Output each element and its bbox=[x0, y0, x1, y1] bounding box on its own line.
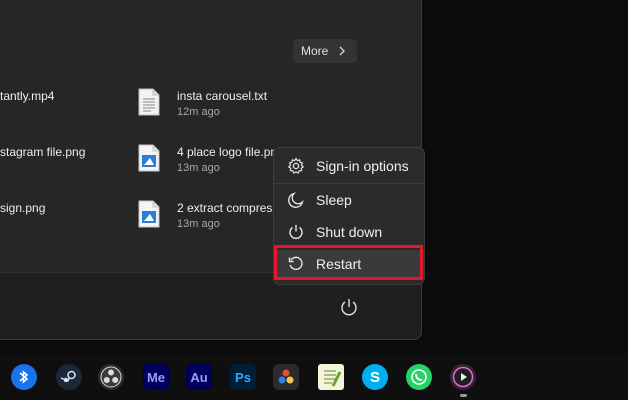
menu-item-sign-in-options[interactable]: Sign-in options bbox=[274, 152, 424, 180]
text-file-icon bbox=[138, 88, 160, 116]
steam-icon[interactable] bbox=[56, 364, 82, 390]
power-icon bbox=[289, 224, 303, 239]
menu-item-label: Shut down bbox=[316, 224, 383, 240]
media-player-icon[interactable] bbox=[450, 364, 476, 390]
obs-icon[interactable] bbox=[98, 364, 124, 390]
image-file-icon bbox=[138, 144, 160, 172]
recent-file-1[interactable]: insta carousel.txt 12m ago bbox=[177, 89, 267, 118]
notepad-glyph-icon bbox=[324, 370, 342, 387]
gear-icon bbox=[287, 157, 305, 174]
play-icon bbox=[452, 366, 474, 388]
recent-file-left-2[interactable]: stagram file.png bbox=[0, 145, 85, 159]
file-name: 4 place logo file.png bbox=[177, 145, 274, 159]
image-file-icon bbox=[138, 200, 160, 228]
app-icon-text: S bbox=[369, 368, 380, 386]
more-button-label: More bbox=[301, 44, 329, 58]
file-time: 13m ago bbox=[177, 218, 220, 230]
file-name: 2 extract compressed bbox=[177, 201, 274, 215]
skype-icon[interactable]: S bbox=[362, 364, 388, 390]
menu-item-shut-down[interactable]: Shut down bbox=[274, 218, 424, 246]
phone-icon bbox=[411, 369, 427, 385]
recent-files-clip: 4 place logo file.png 13m ago 2 extract … bbox=[170, 140, 274, 240]
bluetooth-app-icon[interactable] bbox=[11, 364, 37, 390]
menu-item-label: Sign-in options bbox=[316, 158, 409, 174]
media-encoder-icon[interactable]: Me bbox=[143, 364, 169, 390]
active-app-indicator bbox=[460, 394, 467, 397]
menu-item-sleep[interactable]: Sleep bbox=[274, 186, 424, 214]
moon-icon bbox=[288, 192, 304, 208]
audition-icon[interactable]: Au bbox=[186, 364, 212, 390]
bluetooth-glyph-icon bbox=[19, 370, 29, 384]
chevron-right-icon bbox=[339, 46, 345, 56]
photoshop-icon[interactable]: Ps bbox=[230, 364, 256, 390]
davinci-resolve-icon[interactable] bbox=[273, 364, 299, 390]
app-icon-text: Me bbox=[146, 369, 166, 385]
recent-file-2[interactable]: 4 place logo file.png 13m ago bbox=[177, 145, 274, 174]
menu-separator bbox=[274, 183, 424, 184]
more-button[interactable]: More bbox=[293, 39, 357, 63]
file-time: 13m ago bbox=[177, 162, 220, 174]
file-time: 12m ago bbox=[177, 106, 220, 118]
recent-file-3[interactable]: 2 extract compressed 13m ago bbox=[177, 201, 274, 230]
recent-file-left-1[interactable]: tantly.mp4 bbox=[0, 89, 54, 103]
davinci-glyph-icon bbox=[278, 369, 294, 384]
menu-item-label: Sleep bbox=[316, 192, 352, 208]
steam-glyph-icon bbox=[60, 370, 76, 383]
file-name: insta carousel.txt bbox=[177, 89, 268, 103]
whatsapp-icon[interactable] bbox=[406, 364, 432, 390]
taskbar bbox=[0, 354, 628, 400]
app-icon-text: Au bbox=[190, 369, 208, 385]
obs-glyph-icon bbox=[100, 366, 122, 388]
power-button-icon[interactable] bbox=[338, 296, 360, 318]
recent-file-left-3[interactable]: sign.png bbox=[0, 201, 45, 215]
notepad-plus-plus-icon[interactable] bbox=[318, 364, 344, 390]
app-icon-text: Ps bbox=[235, 369, 251, 385]
restart-highlight-box bbox=[274, 245, 423, 280]
